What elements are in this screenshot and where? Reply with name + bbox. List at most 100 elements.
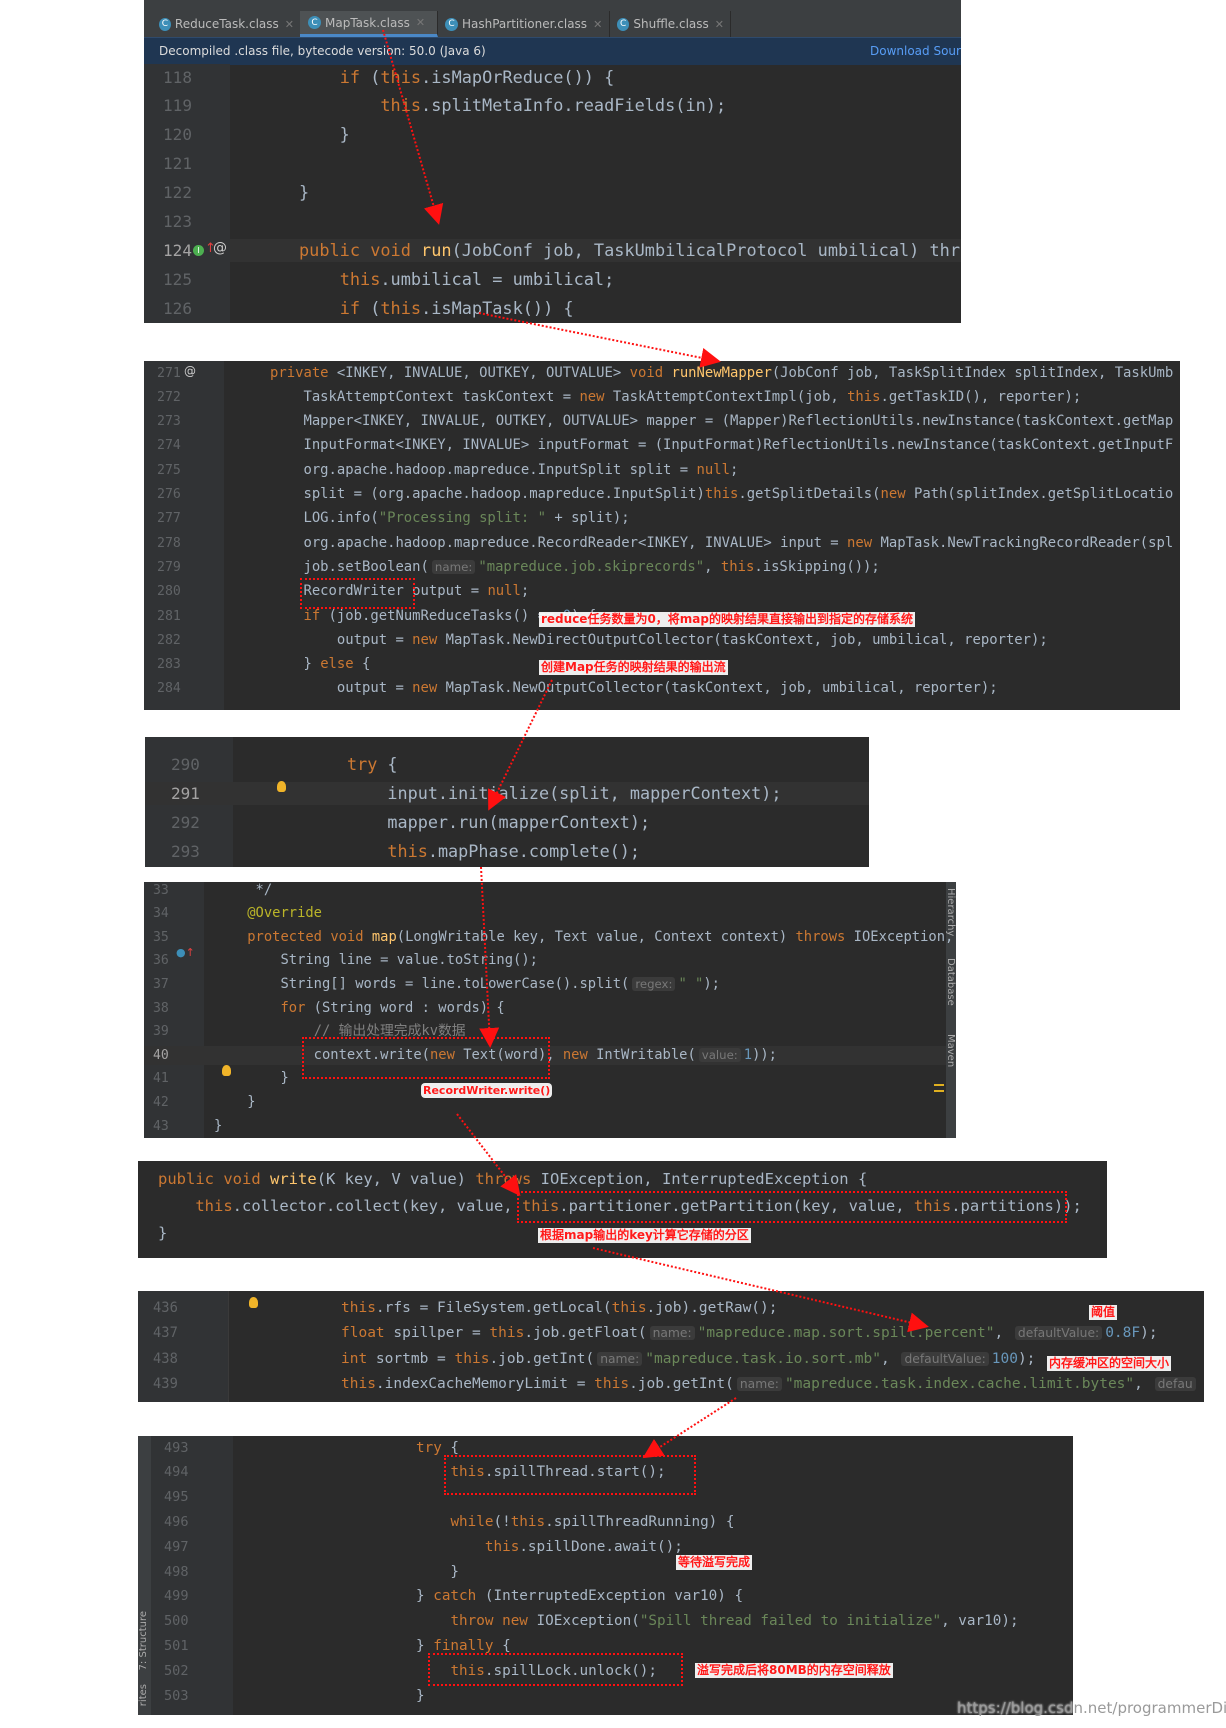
code-line[interactable]: } catch (InterruptedException var10) {	[416, 1587, 743, 1606]
structure-tool-button[interactable]: 7: Structure	[138, 1611, 149, 1670]
code-line[interactable]: }	[299, 181, 309, 204]
code-line[interactable]: Mapper<INKEY, INVALUE, OUTKEY, OUTVALUE>…	[270, 412, 1173, 431]
lightbulb-icon[interactable]	[249, 1297, 258, 1308]
code-token: " "	[678, 975, 704, 992]
code-line[interactable]: while(!this.spillThreadRunning) {	[416, 1513, 734, 1532]
tab-hashpartitioner[interactable]: C HashPartitioner.class ✕	[437, 11, 610, 37]
code-line[interactable]: }	[299, 123, 350, 146]
line-number: 273	[157, 414, 181, 430]
code-line[interactable]: }	[416, 1563, 459, 1582]
tab-shuffle[interactable]: C Shuffle.class ✕	[609, 11, 731, 37]
code-line[interactable]: protected void map(LongWritable key, Tex…	[214, 928, 953, 947]
code-line[interactable]: org.apache.hadoop.mapreduce.InputSplit s…	[270, 461, 738, 480]
download-sources-link[interactable]: Download Sour	[870, 44, 961, 58]
code-token: this	[387, 841, 428, 862]
code-line[interactable]: input.initialize(split, mapperContext);	[347, 782, 781, 805]
code-line[interactable]: }	[214, 1117, 222, 1136]
warning-marker[interactable]	[934, 1084, 944, 1086]
code-line[interactable]: for (String word : words) {	[214, 999, 504, 1018]
code-line[interactable]: output = new MapTask.NewDirectOutputColl…	[270, 631, 1048, 650]
code-line[interactable]: }	[158, 1223, 167, 1244]
code-line[interactable]: org.apache.hadoop.mapreduce.RecordReader…	[270, 534, 1173, 553]
line-number: 277	[157, 511, 181, 527]
code-line[interactable]: this.spillDone.await();	[416, 1538, 683, 1557]
annotation-wait-spill: 等待溢写完成	[676, 1555, 753, 1570]
tab-maptask[interactable]: C MapTask.class ✕	[300, 11, 438, 37]
annotation-threshold: 阈值	[1089, 1305, 1118, 1320]
method-name: run	[421, 239, 452, 260]
highlight-context-write	[302, 1037, 550, 1079]
code-token: if	[303, 607, 321, 624]
code-line[interactable]: LOG.info("Processing split: " + split);	[270, 509, 629, 528]
line-number: 503	[164, 1687, 189, 1704]
database-tool-button[interactable]: Database	[945, 958, 956, 1006]
code-line[interactable]: }	[214, 1069, 288, 1088]
close-icon[interactable]: ✕	[285, 18, 294, 31]
code-line[interactable]: }	[214, 1093, 255, 1112]
editor-panel-initialize: 290 try {291 input.initialize(split, mapp…	[145, 737, 869, 867]
lightbulb-icon[interactable]	[277, 781, 286, 792]
code-token: null	[696, 461, 730, 478]
code-line[interactable]: this.rfs = FileSystem.getLocal(this.job)…	[341, 1298, 778, 1318]
tab-label: ReduceTask.class	[174, 17, 279, 31]
code-line[interactable]: public void run(JobConf job, TaskUmbilic…	[299, 239, 960, 262]
editor-panel-maptask-run: C ReduceTask.class ✕ C MapTask.class ✕ C…	[144, 0, 961, 323]
code-token: this	[341, 1300, 376, 1316]
code-line[interactable]: this.indexCacheMemoryLimit = this.job.ge…	[341, 1374, 1199, 1394]
left-tool-strip	[138, 1436, 151, 1715]
code-line[interactable]: }	[416, 1687, 425, 1706]
close-icon[interactable]: ✕	[416, 16, 425, 29]
line-number: 121	[163, 154, 192, 174]
highlight-spill-lock-unlock	[428, 1653, 683, 1686]
code-line[interactable]: @Override	[214, 904, 322, 923]
close-icon[interactable]: ✕	[715, 18, 724, 31]
line-number: 38	[153, 1000, 169, 1016]
method-name: runNewMapper	[671, 364, 772, 381]
code-token: this	[847, 388, 881, 405]
code-line[interactable]: String[] words = line.toLowerCase().spli…	[214, 975, 720, 994]
code-line[interactable]: mapper.run(mapperContext);	[347, 811, 650, 834]
line-number: 36	[153, 953, 169, 969]
code-line[interactable]: try {	[347, 753, 398, 776]
line-number: 438	[153, 1350, 178, 1367]
code-token: else	[320, 656, 354, 673]
code-line[interactable]: throw new IOException("Spill thread fail…	[416, 1612, 1018, 1631]
code-line[interactable]: InputFormat<INKEY, INVALUE> inputFormat …	[270, 436, 1173, 455]
line-number: 500	[164, 1613, 189, 1630]
code-line[interactable]: } else {	[270, 655, 370, 674]
code-line[interactable]: float spillper = this.job.getFloat(name:…	[341, 1323, 1158, 1343]
line-number: 275	[157, 462, 181, 478]
code-token: if	[339, 297, 361, 318]
line-number: 33	[153, 882, 169, 898]
code-line[interactable]: if (this.isMapOrReduce()) {	[299, 66, 615, 89]
line-number: 281	[157, 608, 181, 624]
code-line[interactable]: split = (org.apache.hadoop.mapreduce.Inp…	[270, 485, 1173, 504]
code-line[interactable]: this.splitMetaInfo.readFields(in);	[299, 94, 726, 117]
line-number: 278	[157, 535, 181, 551]
code-line[interactable]: this.umbilical = umbilical;	[299, 268, 615, 291]
code-line[interactable]: job.setBoolean(name: "mapreduce.job.skipr…	[270, 558, 879, 577]
tab-reducetask[interactable]: C ReduceTask.class ✕	[151, 11, 301, 37]
line-number: 274	[157, 438, 181, 454]
code-line[interactable]: int sortmb = this.job.getInt(name: "mapre…	[341, 1349, 1035, 1369]
code-token: this	[594, 1375, 630, 1392]
code-line[interactable]: */	[214, 882, 273, 900]
code-line[interactable]: String line = value.toString();	[214, 951, 538, 970]
code-line[interactable]: output = new MapTask.NewOutputCollector(…	[270, 679, 998, 698]
code-token: throws	[475, 1169, 532, 1188]
code-line[interactable]: TaskAttemptContext taskContext = new Tas…	[270, 388, 1081, 407]
code-line[interactable]: if (this.isMapTask()) {	[299, 297, 574, 320]
line-number: 494	[164, 1464, 189, 1481]
code-line[interactable]: this.mapPhase.complete();	[347, 840, 640, 863]
editor-panel-map: ●↑ Hierarchy Database Maven 33 */34 @Ove…	[144, 882, 956, 1138]
line-number: 41	[153, 1071, 169, 1087]
code-line[interactable]: public void write(K key, V value) throws…	[158, 1169, 867, 1190]
code-token: new	[502, 1613, 528, 1630]
close-icon[interactable]: ✕	[593, 18, 602, 31]
parameter-hint: defaultValue:	[1014, 1326, 1103, 1341]
favorites-tool-button[interactable]: rites	[138, 1684, 149, 1706]
line-number: 284	[157, 681, 181, 697]
at-icon: @	[213, 240, 227, 256]
code-line[interactable]: private <INKEY, INVALUE, OUTKEY, OUTVALU…	[270, 364, 1173, 383]
maven-tool-button[interactable]: Maven	[945, 1034, 956, 1067]
